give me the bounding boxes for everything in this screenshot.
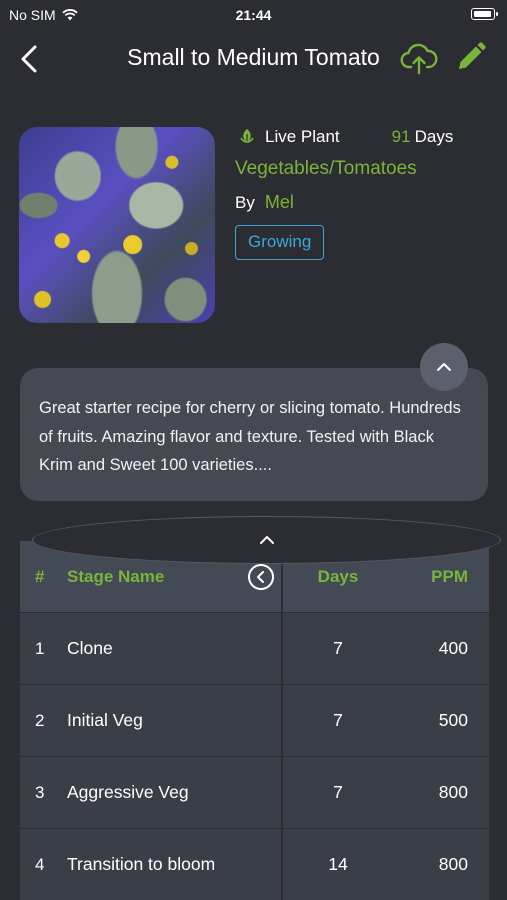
row-days: 14	[328, 854, 348, 874]
header-stage: Stage Name	[67, 566, 165, 586]
row-ppm: 800	[438, 854, 468, 874]
plant-type: Live Plant	[265, 127, 340, 146]
row-stage: Aggressive Veg	[67, 782, 189, 802]
edit-button[interactable]	[456, 42, 486, 72]
chevron-up-icon	[437, 363, 451, 371]
author-name[interactable]: Mel	[265, 192, 294, 212]
pencil-icon	[459, 42, 486, 69]
plant-type-row: Live Plant 91 Days	[235, 124, 495, 150]
row-stage: Initial Veg	[67, 710, 143, 730]
scroll-left-button[interactable]	[248, 564, 274, 590]
upload-button[interactable]	[400, 40, 438, 76]
row-num: 1	[35, 638, 45, 658]
header-ppm: PPM	[431, 566, 468, 586]
header-num: #	[35, 566, 45, 586]
row-days: 7	[333, 638, 343, 658]
row-ppm: 500	[438, 710, 468, 730]
row-num: 2	[35, 710, 45, 730]
row-days: 7	[333, 782, 343, 802]
row-ppm: 400	[438, 638, 468, 658]
category-link[interactable]: Vegetables/Tomatoes	[235, 158, 495, 184]
nav-bar: Small to Medium Tomato	[0, 36, 507, 82]
description-card: Great starter recipe for cherry or slici…	[20, 368, 488, 501]
table-collapse-button[interactable]	[32, 516, 501, 564]
row-ppm: 800	[438, 782, 468, 802]
description-text: Great starter recipe for cherry or slici…	[39, 399, 461, 474]
cloud-upload-icon	[400, 43, 438, 75]
row-stage: Transition to bloom	[67, 854, 216, 874]
table-row[interactable]: 3 Aggressive Veg 7 800	[20, 757, 489, 828]
status-badge: Growing	[235, 225, 325, 260]
row-days: 7	[333, 710, 343, 730]
plant-photo	[19, 127, 215, 323]
description-collapse-button[interactable]	[420, 343, 468, 391]
row-stage: Clone	[67, 638, 113, 658]
row-num: 4	[35, 854, 45, 874]
table-row[interactable]: 1 Clone 7 400	[20, 613, 489, 684]
table-row[interactable]: 2 Initial Veg 7 500	[20, 685, 489, 756]
leaf-icon	[240, 129, 254, 145]
header-days: Days	[317, 566, 359, 586]
by-label: By	[235, 193, 255, 212]
table-row[interactable]: 4 Transition to bloom 14 800	[20, 829, 489, 900]
chevron-left-icon	[257, 571, 264, 583]
stage-table: # Stage Name Days PPM 1 Clone 7 400 2 In…	[20, 541, 489, 900]
status-bar: No SIM 21:44	[0, 0, 507, 30]
battery-icon	[471, 8, 498, 20]
author-row: By Mel	[235, 192, 495, 218]
days-value: 91	[391, 127, 411, 146]
recipe-info: Live Plant 91 Days Vegetables/Tomatoes B…	[235, 124, 495, 260]
chevron-up-icon	[259, 536, 274, 544]
status-time: 21:44	[235, 7, 272, 23]
days-label: Days	[414, 127, 454, 146]
row-num: 3	[35, 782, 45, 802]
